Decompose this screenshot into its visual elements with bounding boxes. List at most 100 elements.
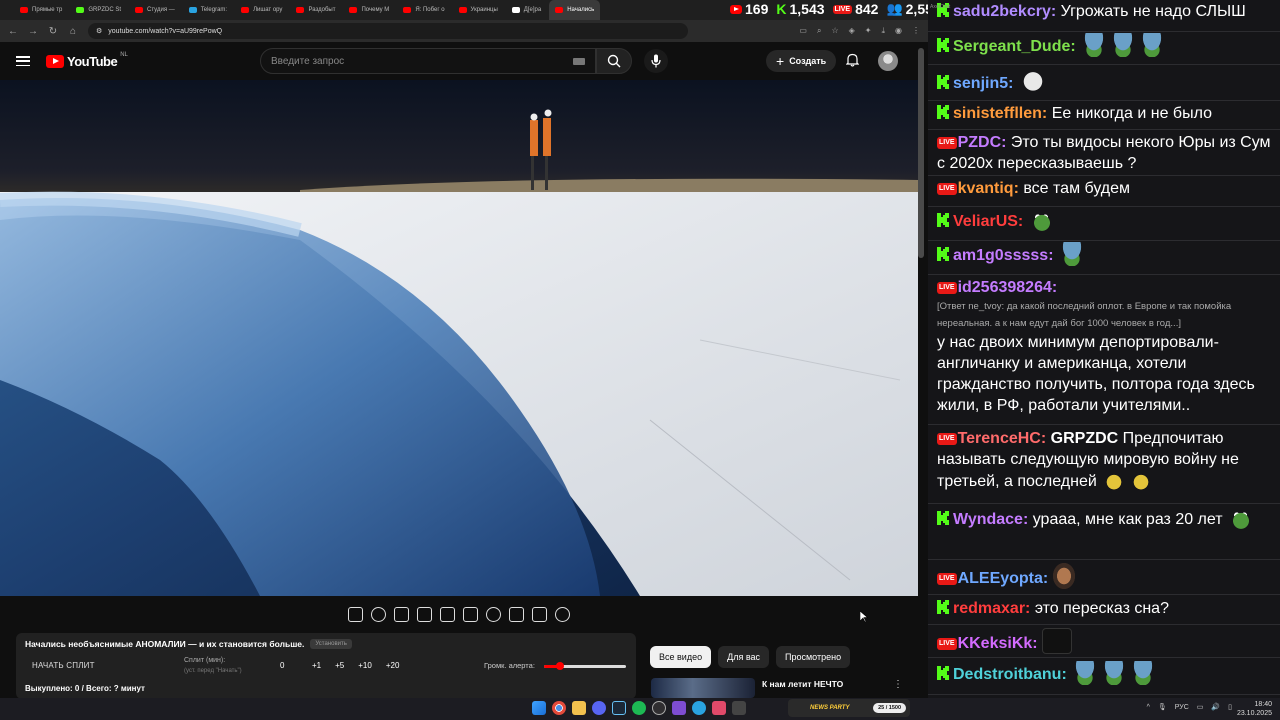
folder-icon[interactable] bbox=[572, 701, 586, 715]
bookmark-star-icon[interactable]: ☆ bbox=[831, 26, 838, 36]
chat-username[interactable]: redmaxar: bbox=[953, 600, 1030, 617]
recommendation-thumbnail[interactable] bbox=[651, 678, 755, 698]
filter-chip[interactable]: Все видео bbox=[650, 646, 712, 668]
split-add-minutes-button[interactable]: +1 bbox=[312, 661, 321, 670]
media-player-icon[interactable] bbox=[672, 701, 686, 715]
browser-tab[interactable]: Начались bbox=[549, 0, 601, 20]
network-icon[interactable]: ▭ bbox=[1197, 703, 1204, 711]
speed-gauge-icon[interactable] bbox=[486, 606, 501, 622]
chat-username[interactable]: Dedstroitbanu: bbox=[953, 666, 1067, 683]
chat-username[interactable]: PZDC: bbox=[958, 134, 1007, 151]
split-add-minutes-button[interactable]: +5 bbox=[335, 661, 344, 670]
split-add-minutes-button[interactable]: +10 bbox=[358, 661, 372, 670]
chat-username[interactable]: am1g0sssss: bbox=[953, 247, 1054, 264]
search-button[interactable] bbox=[596, 48, 632, 74]
windows-start-icon[interactable] bbox=[532, 701, 546, 715]
reload-icon[interactable]: ↻ bbox=[48, 26, 58, 37]
chrome-icon[interactable] bbox=[552, 701, 566, 715]
browser-tab[interactable]: Студия — bbox=[129, 0, 181, 20]
browser-tab[interactable]: Почему М bbox=[343, 0, 395, 20]
start-split-button[interactable]: НАЧАТЬ СПЛИТ bbox=[32, 661, 95, 670]
spotify-icon[interactable] bbox=[632, 701, 646, 715]
zoom-icon[interactable]: ⌕ bbox=[817, 26, 821, 36]
filter-chip[interactable]: Для вас bbox=[718, 646, 769, 668]
menu-dots-icon[interactable]: ⋮ bbox=[912, 26, 920, 36]
home-icon[interactable]: ⌂ bbox=[68, 26, 78, 37]
youtube-header: YouTube NL Введите запрос + Создать bbox=[0, 42, 920, 80]
browser-tab[interactable]: Раздобыт bbox=[290, 0, 341, 20]
youtube-logo[interactable]: YouTube NL bbox=[46, 52, 128, 69]
frog-umb-emote-icon bbox=[1071, 661, 1100, 685]
video-player[interactable] bbox=[0, 80, 918, 596]
clapper-icon[interactable] bbox=[417, 606, 432, 622]
browser-tab[interactable]: Telegram: bbox=[183, 0, 233, 20]
keyboard-icon[interactable] bbox=[573, 58, 585, 65]
telegram-icon[interactable] bbox=[692, 701, 706, 715]
profile-icon[interactable]: ◉ bbox=[895, 26, 902, 36]
window-switcher-icon[interactable] bbox=[732, 701, 746, 715]
chat-username[interactable]: kvantiq: bbox=[958, 180, 1019, 197]
settings-gear-icon[interactable] bbox=[555, 606, 570, 622]
filter-icon[interactable] bbox=[394, 606, 409, 622]
chat-username[interactable]: TerenceHC: bbox=[958, 430, 1047, 447]
chat-username[interactable]: VeliarUS: bbox=[953, 213, 1023, 230]
browser-tab[interactable]: Лишат ору bbox=[235, 0, 288, 20]
microphone-tray-icon[interactable]: 🎙 bbox=[1158, 703, 1167, 711]
chat-username[interactable]: id256398264: bbox=[958, 279, 1058, 296]
cast-icon[interactable]: ▭ bbox=[799, 26, 807, 36]
browser-tab[interactable]: Украинцы bbox=[453, 0, 504, 20]
alert-volume-slider[interactable] bbox=[544, 662, 626, 670]
picture-in-picture-icon[interactable] bbox=[509, 606, 524, 622]
alert-volume-knob[interactable] bbox=[556, 662, 565, 670]
site-info-icon[interactable]: ⚙ bbox=[96, 27, 102, 35]
menu-icon[interactable] bbox=[16, 56, 30, 66]
language-indicator[interactable]: РУС bbox=[1175, 704, 1189, 711]
browser-tab[interactable]: Прямые тр bbox=[14, 0, 68, 20]
audio-boost-icon[interactable] bbox=[371, 606, 386, 622]
search-input[interactable]: Введите запрос bbox=[260, 48, 596, 74]
chat-text: у нас двоих минимум депортировали- англи… bbox=[937, 334, 1255, 414]
system-clock[interactable]: 18:40 23.10.2025 bbox=[1237, 700, 1272, 718]
discord-icon[interactable] bbox=[592, 701, 606, 715]
obs-icon[interactable] bbox=[652, 701, 666, 715]
loop-icon[interactable] bbox=[348, 606, 363, 622]
speaker-icon[interactable]: 🔊 bbox=[1211, 703, 1220, 711]
puzzle-icon[interactable]: ✦ bbox=[865, 26, 872, 36]
filter-chip[interactable]: Просмотрено bbox=[776, 646, 851, 668]
back-icon[interactable]: ← bbox=[8, 26, 18, 37]
split-set-button[interactable]: Установить bbox=[310, 639, 352, 649]
avatar[interactable] bbox=[878, 51, 898, 71]
chat-username[interactable]: senjin5: bbox=[953, 75, 1013, 92]
forward-icon[interactable]: → bbox=[28, 26, 38, 37]
frog-emote-icon bbox=[1227, 506, 1256, 530]
split-add-minutes-button[interactable]: +20 bbox=[386, 661, 400, 670]
more-options-icon[interactable]: ⋮ bbox=[893, 679, 903, 690]
news-party-widget[interactable]: NEWS PARTY 25 / 1500 bbox=[788, 699, 910, 717]
page-scrollbar[interactable] bbox=[918, 48, 924, 258]
steam-icon[interactable] bbox=[612, 701, 626, 715]
cinema-icon[interactable] bbox=[463, 606, 478, 622]
extension-icon[interactable]: ◈ bbox=[849, 26, 855, 36]
chat-username[interactable]: Wyndace: bbox=[953, 511, 1028, 528]
notifications-button[interactable] bbox=[845, 53, 860, 72]
screenshot-camera-icon[interactable] bbox=[532, 606, 547, 622]
browser-tab[interactable]: Д[е]ра bbox=[506, 0, 547, 20]
chat-username[interactable]: sadu2bekcry: bbox=[953, 3, 1056, 20]
browser-tab[interactable]: Я: Побег о bbox=[397, 0, 450, 20]
chat-username[interactable]: KKeksiKk: bbox=[958, 635, 1038, 652]
theater-icon[interactable] bbox=[440, 606, 455, 622]
browser-tab[interactable]: GRPZDC St bbox=[70, 0, 127, 20]
chat-divider bbox=[928, 559, 1280, 560]
voice-search-button[interactable] bbox=[644, 49, 668, 73]
stream-chat-panel: sadu2bekcry: Угрожать не надо СЛЫШ Serge… bbox=[928, 0, 1280, 698]
streaming-app-icon[interactable] bbox=[712, 701, 726, 715]
chat-username[interactable]: Sergeant_Dude: bbox=[953, 38, 1076, 55]
recommendation-title[interactable]: К нам летит НЕЧТО bbox=[762, 679, 843, 689]
chat-username[interactable]: ALEEyopta: bbox=[958, 570, 1049, 587]
url-field[interactable]: ⚙ youtube.com/watch?v=aU99rePowQ bbox=[88, 23, 688, 39]
create-button[interactable]: + Создать bbox=[766, 50, 837, 72]
chat-username[interactable]: sinisteffllen: bbox=[953, 105, 1047, 122]
battery-icon[interactable]: ▯ bbox=[1228, 703, 1232, 711]
download-icon[interactable]: ⤓ bbox=[881, 26, 885, 36]
tray-chevron-icon[interactable]: ^ bbox=[1147, 704, 1150, 711]
